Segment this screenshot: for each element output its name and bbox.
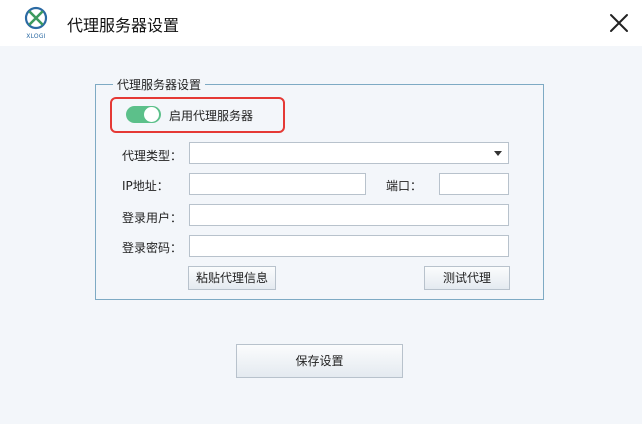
ip-input[interactable] [189,173,366,195]
user-label: 登录用户： [122,211,183,225]
enable-proxy-label: 启用代理服务器 [169,109,254,123]
group-legend: 代理服务器设置 [113,76,206,93]
close-icon [610,14,628,32]
xlogi-logo: XLOGI [22,6,50,42]
close-button[interactable] [604,8,634,38]
user-input[interactable] [189,204,509,226]
chevron-down-icon [494,151,502,156]
paste-proxy-button[interactable]: 粘贴代理信息 [188,266,276,290]
ip-label: IP地址： [122,179,169,193]
save-settings-button[interactable]: 保存设置 [236,344,403,378]
logo-text: XLOGI [26,33,46,40]
test-proxy-button[interactable]: 测试代理 [424,266,510,290]
password-input[interactable] [189,235,509,257]
proxy-type-label: 代理类型： [122,149,183,163]
title-bar: XLOGI 代理服务器设置 [0,0,642,46]
logo-icon [24,6,48,30]
proxy-type-select[interactable] [189,142,509,164]
port-input[interactable] [439,173,509,195]
window-title: 代理服务器设置 [67,16,180,35]
password-label: 登录密码： [122,241,183,255]
enable-proxy-toggle[interactable] [126,106,161,123]
port-label: 端口： [386,179,423,193]
toggle-knob [144,107,159,122]
